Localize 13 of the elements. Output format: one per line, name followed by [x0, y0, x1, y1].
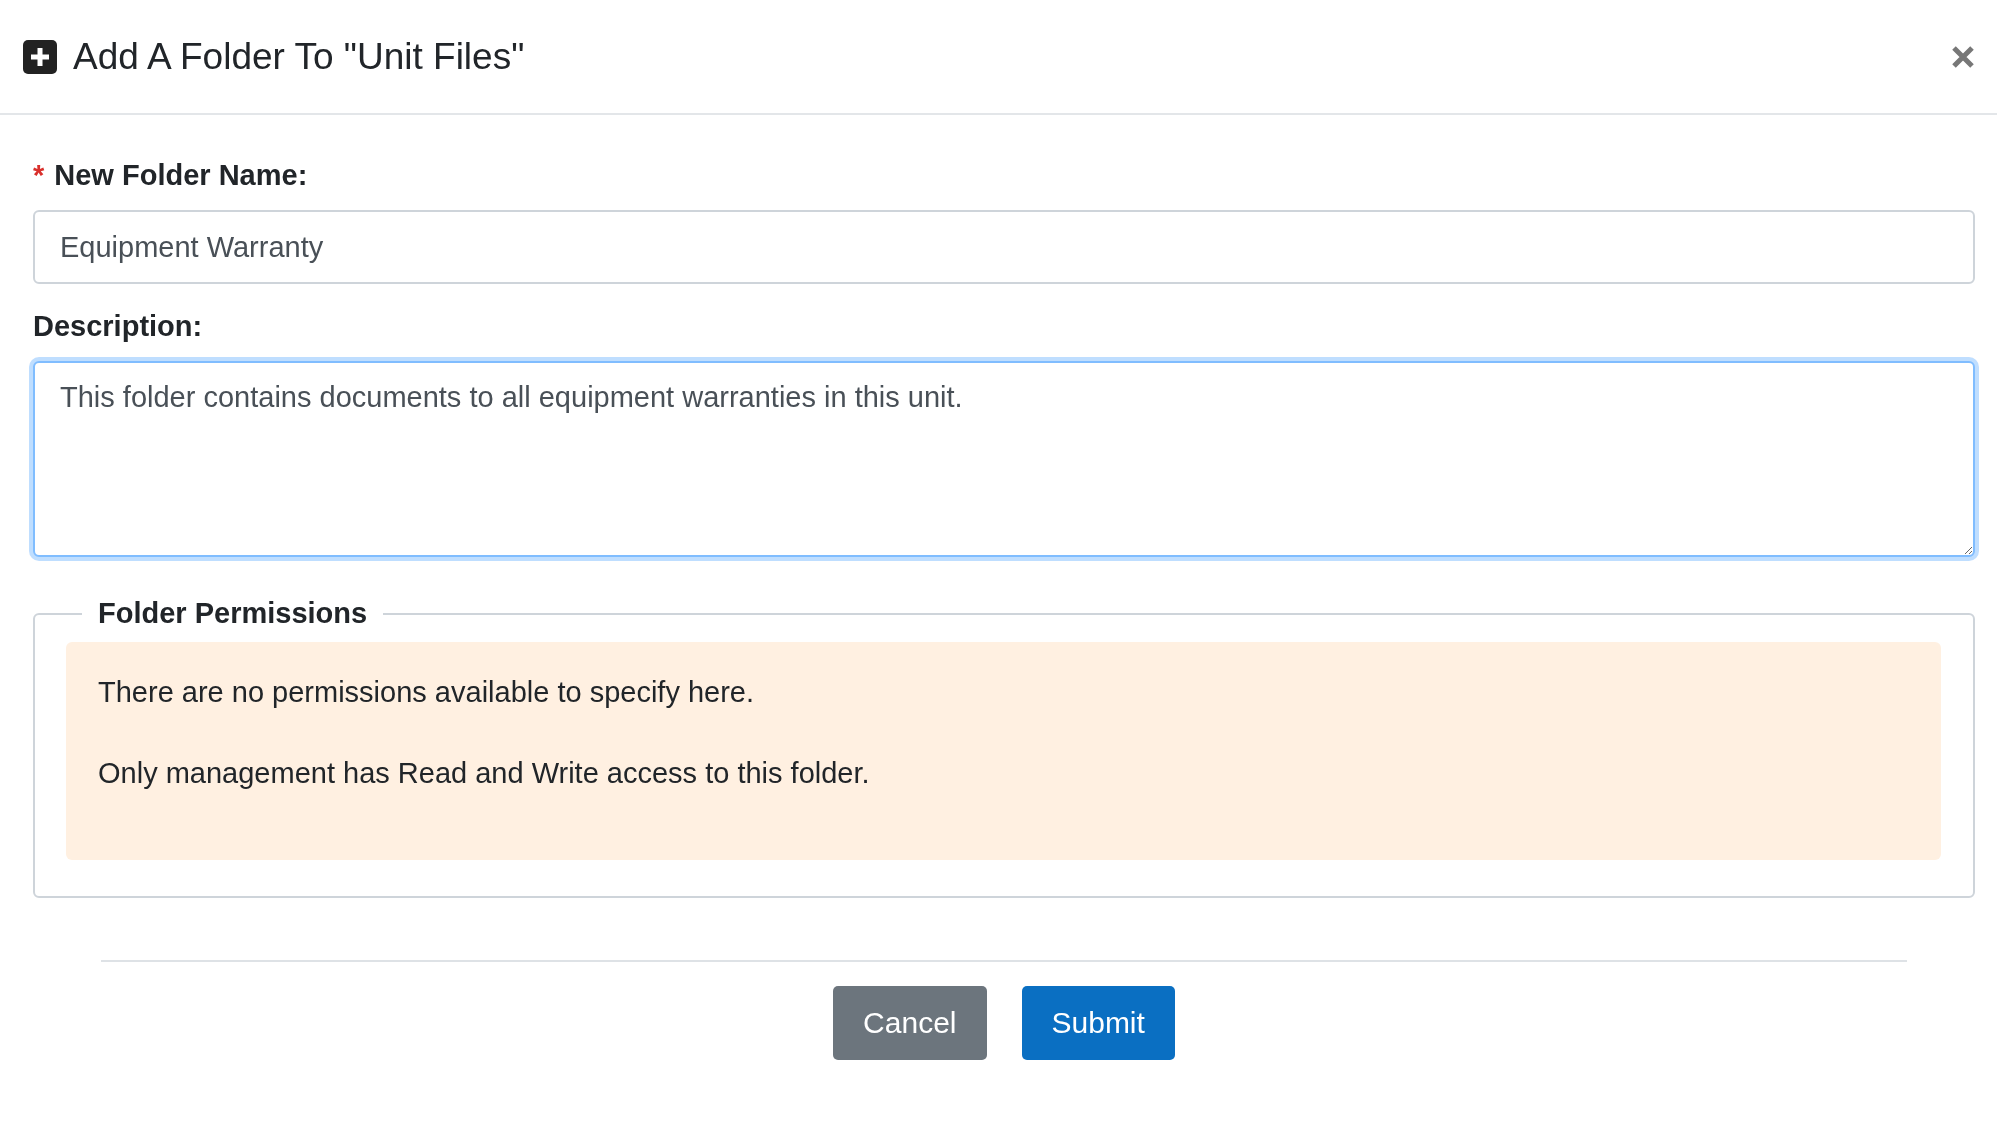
- input-field[interactable]: Equipment Warranty: [33, 210, 1975, 284]
- description-field[interactable]: This folder contains documents to all equipment warranties in this unit.: [33, 361, 1975, 557]
- fieldset-legend: Folder Permissions: [82, 597, 384, 630]
- dialog-title: Add A Folder To "Unit Files": [73, 35, 526, 78]
- field-label: Description:: [33, 310, 203, 343]
- alert-message: There are no permissions available to specify here.: [98, 676, 756, 709]
- alert-message: Only management has Read and Write access to this folder.: [98, 757, 871, 790]
- close-icon[interactable]: [1951, 44, 1975, 69]
- plus-square-icon: [23, 39, 57, 74]
- required-mark: *: [33, 159, 45, 192]
- cancel-button[interactable]: Cancel: [833, 986, 987, 1060]
- submit-button[interactable]: Submit: [1021, 986, 1175, 1060]
- field-label: New Folder Name:: [54, 159, 308, 192]
